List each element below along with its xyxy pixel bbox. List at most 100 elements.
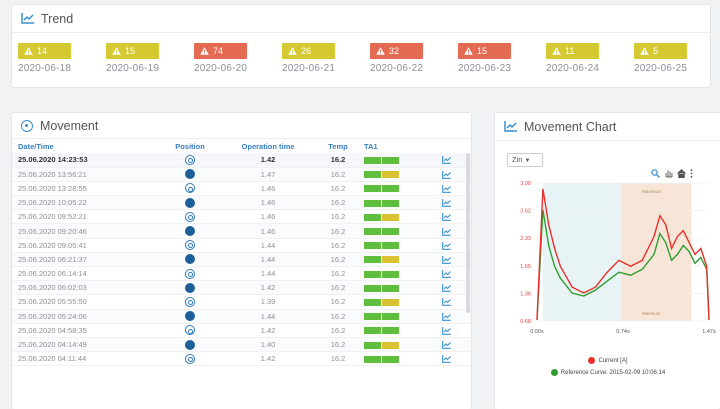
alert-badge[interactable]: 15: [458, 43, 511, 59]
chart-icon[interactable]: [442, 156, 451, 165]
table-row[interactable]: 25.06.2020 09:05:41 1.44 16.2: [12, 238, 471, 253]
cell-chart-link[interactable]: [420, 280, 471, 296]
alert-badge[interactable]: 74: [194, 43, 247, 59]
cell-datetime: 25.06.2020 04:11:44: [12, 351, 162, 367]
chart-icon[interactable]: [442, 199, 451, 208]
trend-day: 74 2020-06-20: [194, 43, 270, 74]
cell-position: [162, 153, 218, 168]
ta1-indicator: [364, 171, 399, 179]
table-row[interactable]: 25.06.2020 13:56:21 1.47 16.2: [12, 167, 471, 182]
alert-badge[interactable]: 32: [370, 43, 423, 59]
cell-chart-link[interactable]: [420, 266, 471, 282]
cell-chart-link[interactable]: [420, 238, 471, 253]
ta-segment: [364, 256, 381, 264]
alert-count: 5: [653, 46, 659, 56]
trend-date: 2020-06-18: [18, 63, 72, 74]
col-ta1[interactable]: TA1: [358, 139, 420, 153]
ta-segment: [382, 213, 399, 221]
ta-segment: [382, 171, 399, 179]
ta1-indicator: [364, 355, 399, 363]
chart-icon[interactable]: [442, 241, 451, 250]
cell-ta1: [358, 181, 420, 197]
table-row[interactable]: 25.06.2020 06:14:14 1.44 16.2: [12, 266, 471, 282]
cell-ta1: [358, 195, 420, 211]
alert-badge[interactable]: 15: [106, 43, 159, 59]
chart-icon[interactable]: [442, 355, 451, 364]
table-row[interactable]: 25.06.2020 04:14:49 1.40 16.2: [12, 337, 471, 353]
chart-icon[interactable]: [442, 326, 451, 335]
cell-chart-link[interactable]: [420, 195, 471, 211]
cell-ta1: [358, 167, 420, 182]
cell-chart-link[interactable]: [420, 223, 471, 239]
cell-chart-link[interactable]: [420, 294, 471, 310]
alert-count: 15: [477, 46, 488, 56]
alert-badge[interactable]: 26: [282, 43, 335, 59]
position-icon: [185, 169, 195, 180]
cell-datetime: 25.06.2020 09:20:46: [12, 223, 162, 239]
cell-ta1: [358, 309, 420, 324]
chart-icon[interactable]: [442, 184, 451, 193]
cell-temp: 16.2: [318, 351, 358, 367]
col-temp[interactable]: Temp: [318, 139, 358, 153]
cell-chart-link[interactable]: [420, 337, 471, 353]
cell-chart-link[interactable]: [420, 323, 471, 338]
table-row[interactable]: 25.06.2020 05:24:06 1.44 16.2: [12, 309, 471, 324]
position-icon: [185, 211, 195, 222]
cell-datetime: 25.06.2020 13:28:55: [12, 181, 162, 197]
chart-icon[interactable]: [442, 255, 451, 264]
ta-segment: [382, 185, 399, 193]
warning-icon: [288, 47, 297, 55]
cell-datetime: 25.06.2020 04:58:35: [12, 323, 162, 338]
band-label: Maximum: [642, 189, 662, 194]
alert-badge[interactable]: 5: [634, 43, 687, 59]
table-row[interactable]: 25.06.2020 09:20:46 1.46 16.2: [12, 223, 471, 239]
cell-datetime: 25.06.2020 06:02:03: [12, 280, 162, 296]
ta1-indicator: [364, 298, 399, 306]
cell-position: [162, 280, 218, 296]
cell-ta1: [358, 266, 420, 282]
cell-temp: 16.2: [318, 238, 358, 253]
col-position[interactable]: Position: [162, 139, 218, 153]
signal-select[interactable]: Zin ▼: [507, 153, 543, 167]
table-row[interactable]: 25.06.2020 04:58:35 1.42 16.2: [12, 323, 471, 338]
table-row[interactable]: 25.06.2020 06:02:03 1.42 16.2: [12, 280, 471, 296]
cell-chart-link[interactable]: [420, 153, 471, 168]
chart-icon[interactable]: [442, 298, 451, 307]
cell-chart-link[interactable]: [420, 351, 471, 367]
ta-segment: [382, 298, 399, 306]
cell-datetime: 25.06.2020 05:24:06: [12, 309, 162, 324]
chart-icon[interactable]: [442, 227, 451, 236]
cell-position: [162, 294, 218, 310]
position-icon: [185, 183, 195, 194]
chart-icon[interactable]: [442, 170, 451, 179]
chart-icon[interactable]: [442, 341, 451, 349]
cell-operation-time: 1.39: [218, 294, 318, 310]
cell-operation-time: 1.46: [218, 195, 318, 211]
cell-chart-link[interactable]: [420, 252, 471, 268]
chart-icon[interactable]: [442, 270, 451, 278]
col-datetime[interactable]: Date/Time: [12, 139, 162, 153]
table-scrollbar[interactable]: [466, 153, 470, 313]
alert-badge[interactable]: 14: [18, 43, 71, 59]
chart-icon[interactable]: [442, 284, 451, 293]
cell-chart-link[interactable]: [420, 167, 471, 182]
table-row[interactable]: 25.06.2020 04:11:44 1.42 16.2: [12, 351, 471, 367]
chart-icon[interactable]: [442, 213, 451, 222]
cell-temp: 16.2: [318, 280, 358, 296]
chart-icon[interactable]: [442, 312, 451, 321]
table-row[interactable]: 25.06.2020 06:21:37 1.44 16.2: [12, 252, 471, 268]
position-icon: [185, 226, 195, 237]
col-operation-time[interactable]: Operation time: [218, 139, 318, 153]
table-row[interactable]: 25.06.2020 10:05:22 1.46 16.2: [12, 195, 471, 211]
cell-chart-link[interactable]: [420, 209, 471, 225]
cell-chart-link[interactable]: [420, 181, 471, 197]
table-row[interactable]: 25.06.2020 13:28:55 1.46 16.2: [12, 181, 471, 197]
cell-temp: 16.2: [318, 337, 358, 353]
ta-segment: [364, 156, 381, 164]
x-tick-label: 0.74s: [616, 329, 630, 335]
table-row[interactable]: 25.06.2020 05:55:50 1.39 16.2: [12, 294, 471, 310]
alert-badge[interactable]: 11: [546, 43, 599, 59]
table-row[interactable]: 25.06.2020 09:52:21 1.46 16.2: [12, 209, 471, 225]
table-row[interactable]: 25.06.2020 14:23:53 1.42 16.2: [12, 153, 471, 168]
cell-chart-link[interactable]: [420, 309, 471, 324]
